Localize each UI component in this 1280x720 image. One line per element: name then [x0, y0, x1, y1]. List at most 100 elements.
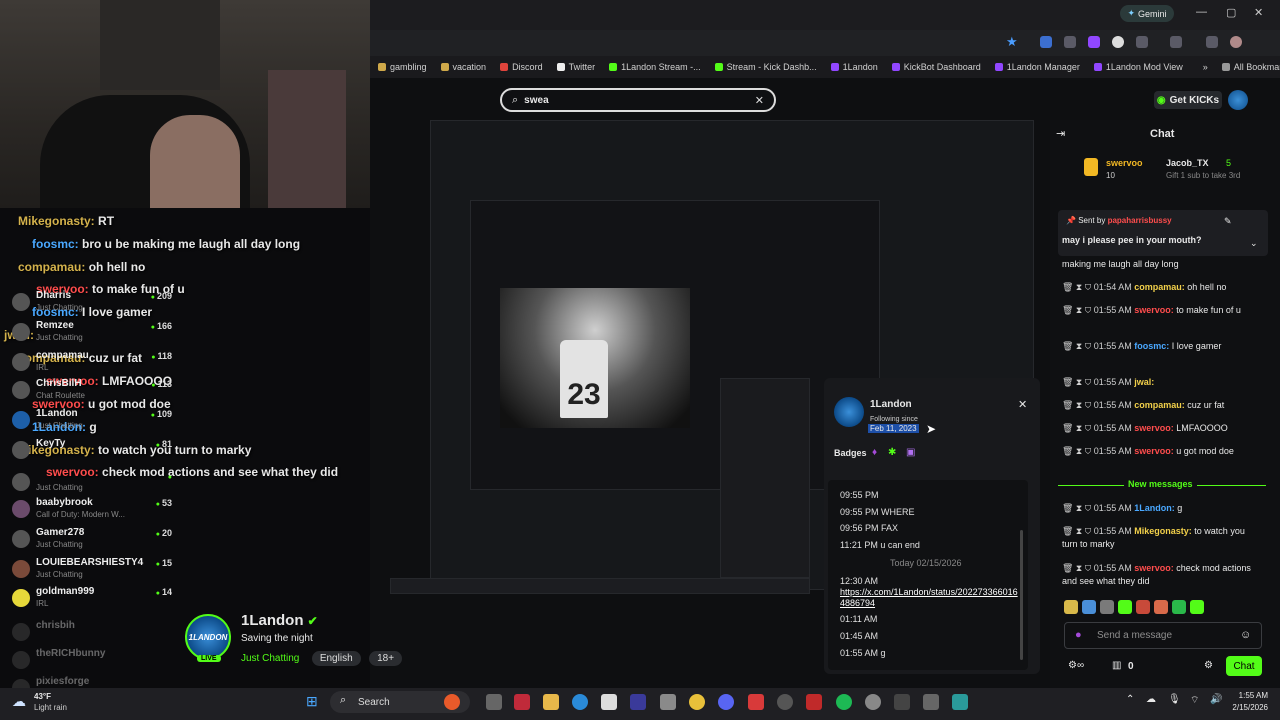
chat-message[interactable]: 🗑 ⧗ ⛉ 01:55 AM compamau: cuz ur fat — [1062, 399, 1262, 412]
task-view-icon[interactable] — [486, 694, 502, 710]
tray-icon[interactable]: ☁ — [1146, 694, 1156, 705]
app-icon[interactable] — [630, 694, 646, 710]
chrome-icon[interactable] — [689, 694, 705, 710]
collapse-chat-icon[interactable]: ⇥ — [1056, 127, 1065, 140]
emote-icon[interactable] — [1118, 600, 1132, 614]
channel-avatar[interactable]: 1LANDON — [185, 614, 231, 660]
gemini-button[interactable]: ✦ Gemini — [1120, 5, 1174, 22]
app-icon[interactable] — [748, 694, 764, 710]
extension-icon[interactable] — [1040, 36, 1052, 48]
category-link[interactable]: Just Chatting — [241, 653, 299, 664]
bookmark-kick-dashboard[interactable]: Stream - Kick Dashb... — [714, 62, 817, 72]
microphone-icon[interactable]: 🎙 — [1168, 694, 1181, 705]
app-icon[interactable] — [894, 694, 910, 710]
emote-icon[interactable] — [1190, 600, 1204, 614]
all-bookmarks[interactable]: All Bookmarks — [1221, 62, 1280, 72]
microphone-icon[interactable]: ● — [1075, 629, 1082, 641]
send-chat-button[interactable]: Chat — [1226, 656, 1262, 676]
bookmark-manager[interactable]: 1Landon Manager — [994, 62, 1080, 72]
unpin-icon[interactable]: ✎ — [1224, 216, 1232, 227]
search-input[interactable]: swea — [524, 95, 548, 106]
channel-name[interactable]: 1Landon ✔ — [241, 612, 318, 629]
close-icon[interactable]: ✕ — [1018, 398, 1027, 411]
chevron-up-icon[interactable]: ⌃ — [1126, 694, 1134, 705]
top-gifter-1[interactable]: swervoo — [1106, 158, 1143, 168]
emote-icon[interactable] — [1100, 600, 1114, 614]
chat-message[interactable]: 🗑 ⧗ ⛉ 01:55 AM swervoo: u got mod doe — [1062, 445, 1262, 458]
bookmark-twitter[interactable]: Twitter — [556, 62, 595, 72]
viewer-item[interactable]: ChrisBilHChat Roulette113 — [12, 378, 172, 406]
minimize-icon[interactable]: — — [1196, 6, 1207, 18]
emoji-icon[interactable]: ☺ — [1240, 629, 1251, 641]
app-icon[interactable] — [444, 694, 460, 710]
close-window-icon[interactable]: ✕ — [1254, 6, 1263, 19]
age-tag[interactable]: 18+ — [369, 651, 403, 666]
app-icon[interactable] — [806, 694, 822, 710]
settings-icon[interactable]: ⚙∞ — [1068, 660, 1084, 671]
emote-icon[interactable] — [1154, 600, 1168, 614]
bookmark-gambling[interactable]: gambling — [378, 62, 427, 72]
user-card-name[interactable]: 1Landon — [870, 399, 912, 410]
bookmark-1landon[interactable]: 1Landon — [830, 62, 878, 72]
user-avatar[interactable] — [1228, 90, 1248, 110]
viewer-item[interactable]: pixiesforge — [12, 676, 172, 688]
chat-message[interactable]: 🗑 ⧗ ⛉ 01:55 AM jwal: — [1062, 376, 1262, 389]
history-link[interactable]: https://x.com/1Landon/status/20227336601… — [840, 587, 1018, 609]
emote-icon[interactable] — [1082, 600, 1096, 614]
chat-message[interactable]: 🗑 ⧗ ⛉ 01:55 AM swervoo: to make fun of u — [1062, 304, 1262, 317]
viewer-item[interactable]: goldman999IRL14 — [12, 586, 172, 614]
discord-icon[interactable] — [718, 694, 734, 710]
weather-icon[interactable]: ☁ — [12, 693, 26, 710]
emote-icon[interactable] — [1136, 600, 1150, 614]
top-gifter-2[interactable]: Jacob_TX — [1166, 158, 1209, 168]
chevron-down-icon[interactable]: ⌄ — [1250, 238, 1258, 249]
app-icon[interactable] — [514, 694, 530, 710]
search-bar[interactable]: ⌕ swea ✕ — [500, 88, 776, 112]
wifi-icon[interactable]: ⌔ — [1190, 694, 1199, 707]
emote-icon[interactable] — [1172, 600, 1186, 614]
star-icon[interactable]: ★ — [1006, 34, 1018, 50]
settings-app-icon[interactable] — [660, 694, 676, 710]
twitch-icon[interactable] — [1088, 36, 1100, 48]
clear-search-icon[interactable]: ✕ — [755, 94, 764, 107]
viewer-item[interactable]: theRICHbunny — [12, 648, 172, 676]
chat-message[interactable]: 🗑 ⧗ ⛉ 01:55 AM swervoo: check mod action… — [1062, 562, 1262, 588]
bookmark-vacation[interactable]: vacation — [440, 62, 486, 72]
viewer-item[interactable]: LOUIEBEARSHIESTY4Just Chatting15 — [12, 557, 172, 585]
weather-temp[interactable]: 43°F — [34, 692, 51, 701]
language-tag[interactable]: English — [311, 651, 361, 666]
bookmark-mod-view[interactable]: 1Landon Mod View — [1093, 62, 1183, 72]
chat-message[interactable]: 🗑 ⧗ ⛉ 01:54 AM compamau: oh hell no — [1062, 281, 1262, 294]
chat-message[interactable]: 🗑 ⧗ ⛉ 01:55 AM 1Landon: g — [1062, 502, 1262, 515]
chevron-right-icon[interactable]: » — [1203, 62, 1208, 72]
viewer-item[interactable]: Just Chatting — [12, 470, 172, 498]
viewer-item[interactable]: chrisbih — [12, 620, 172, 648]
app-icon[interactable] — [777, 694, 793, 710]
scrollbar[interactable] — [1020, 530, 1023, 660]
tab-search-icon[interactable] — [1170, 36, 1182, 48]
spotify-icon[interactable] — [836, 694, 852, 710]
app-icon[interactable] — [601, 694, 617, 710]
profile-icon[interactable] — [1230, 36, 1242, 48]
emote-icon[interactable] — [1064, 600, 1078, 614]
viewer-item[interactable]: Gamer278Just Chatting20 — [12, 527, 172, 555]
chat-input[interactable]: Send a message — [1064, 622, 1262, 649]
bookmark-discord[interactable]: Discord — [500, 62, 543, 72]
puzzle-icon[interactable] — [1136, 36, 1148, 48]
app-icon[interactable] — [952, 694, 968, 710]
extension-icon[interactable] — [1112, 36, 1124, 48]
gear-icon[interactable]: ⚙ — [1204, 660, 1213, 671]
clock-date[interactable]: 2/15/2026 — [1222, 703, 1268, 712]
bookmark-stream[interactable]: 1Landon Stream -... — [609, 62, 701, 72]
viewer-item[interactable]: 1LandonJust Chatting109 — [12, 408, 172, 436]
extension-icon[interactable] — [1064, 36, 1076, 48]
viewer-item[interactable]: baabybrookCall of Duty: Modern W...53 — [12, 497, 172, 525]
file-explorer-icon[interactable] — [543, 694, 559, 710]
windows-start-icon[interactable]: ⊞ — [306, 693, 318, 710]
get-kicks-button[interactable]: ◉ Get KICKs — [1154, 91, 1222, 109]
chat-message[interactable]: 🗑 ⧗ ⛉ 01:55 AM swervoo: LMFAOOOO — [1062, 422, 1262, 435]
volume-icon[interactable]: 🔊 — [1210, 694, 1222, 705]
bookmark-kickbot[interactable]: KickBot Dashboard — [891, 62, 981, 72]
app-icon[interactable] — [865, 694, 881, 710]
chat-message[interactable]: 🗑 ⧗ ⛉ 01:55 AM foosmc: I love gamer — [1062, 340, 1262, 353]
